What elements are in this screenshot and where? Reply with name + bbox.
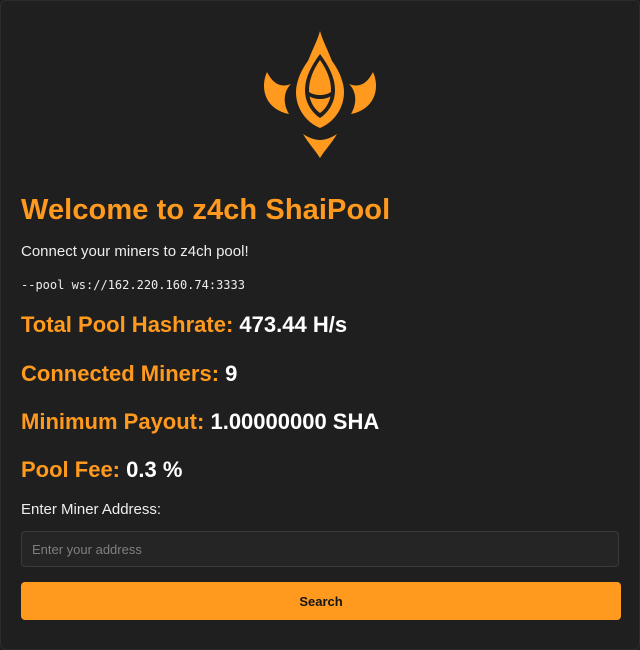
- stat-payout-label: Minimum Payout:: [21, 409, 205, 434]
- shai-flame-horns-logo-icon: [263, 31, 377, 158]
- search-button[interactable]: Search: [21, 582, 621, 620]
- stat-payout: Minimum Payout: 1.00000000 SHA: [21, 407, 619, 437]
- stat-hashrate: Total Pool Hashrate: 473.44 H/s: [21, 310, 619, 340]
- stat-fee: Pool Fee: 0.3 %: [21, 455, 619, 485]
- stat-payout-value: 1.00000000 SHA: [210, 409, 380, 434]
- intro-text: Connect your miners to z4ch pool!: [21, 243, 249, 260]
- stat-fee-value: 0.3 %: [126, 457, 183, 482]
- pool-command: --pool ws://162.220.160.74:3333: [21, 278, 245, 292]
- stat-miners: Connected Miners: 9: [21, 359, 619, 389]
- stat-miners-value: 9: [225, 361, 238, 386]
- miner-address-input[interactable]: [21, 531, 619, 567]
- stat-hashrate-value: 473.44 H/s: [239, 312, 348, 337]
- pool-card: Welcome to z4ch ShaiPool Connect your mi…: [0, 0, 640, 650]
- stat-miners-label: Connected Miners:: [21, 361, 220, 386]
- stat-hashrate-label: Total Pool Hashrate:: [21, 312, 234, 337]
- page-title: Welcome to z4ch ShaiPool: [21, 194, 391, 226]
- miner-address-label: Enter Miner Address:: [21, 501, 162, 518]
- stat-fee-label: Pool Fee:: [21, 457, 121, 482]
- logo: [21, 1, 619, 164]
